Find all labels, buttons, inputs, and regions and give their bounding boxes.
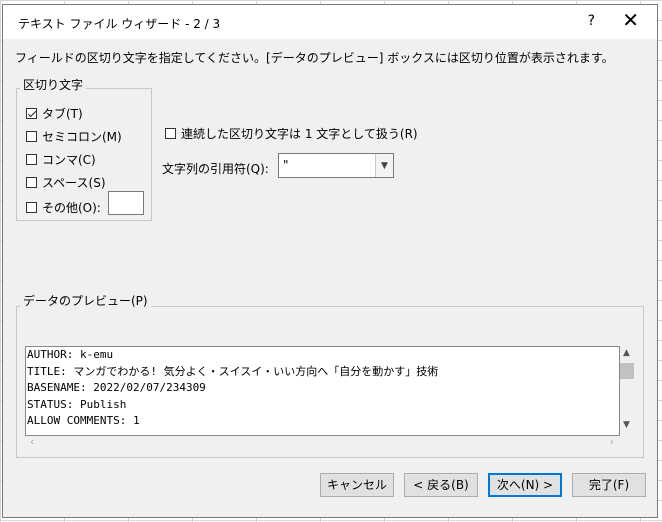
help-button[interactable]: ? [588,13,595,29]
comma-label: コンマ(C) [42,153,96,167]
scroll-left-icon[interactable]: ‹ [30,435,34,448]
finish-button[interactable]: 完了(F) [572,473,646,497]
close-icon[interactable]: ✕ [622,9,639,31]
consecutive-delimiters-label: 連続した区切り文字は 1 文字として扱う(R) [181,127,418,141]
preview-line: ALLOW COMMENTS: 1 [27,414,140,427]
data-preview-area[interactable]: AUTHOR: k-emu TITLE: マンガでわかる! 気分よく・スイスイ・… [25,346,620,436]
preview-line: TITLE: マンガでわかる! 気分よく・スイスイ・いい方向へ「自分を動かす」技… [27,364,439,378]
preview-horizontal-scrollbar[interactable]: ‹ › [26,434,618,450]
back-button[interactable]: < 戻る(B) [404,473,478,497]
scroll-down-icon[interactable]: ▼ [623,420,630,430]
checkbox-icon[interactable] [26,154,37,165]
semicolon-checkbox[interactable]: セミコロン(M) [26,128,122,145]
checkbox-icon[interactable] [26,202,37,213]
scroll-up-icon[interactable]: ▲ [623,348,630,358]
preview-vertical-scrollbar[interactable]: ▲ ▼ [620,346,634,432]
scroll-right-icon[interactable]: › [610,435,614,448]
text-qualifier-dropdown[interactable]: " ▼ [278,153,394,178]
delimiters-group-label: 区切り文字 [20,76,87,93]
preview-line: BASENAME: 2022/02/07/234309 [27,381,206,394]
dialog-title: テキスト ファイル ウィザード - 2 / 3 [18,17,221,31]
text-qualifier-value: " [283,158,289,172]
checkbox-icon[interactable] [26,131,37,142]
consecutive-delimiters-checkbox[interactable]: 連続した区切り文字は 1 文字として扱う(R) [165,125,418,142]
semicolon-label: セミコロン(M) [42,130,122,144]
preview-line: AUTHOR: k-emu [27,348,114,361]
preview-group-label: データのプレビュー(P) [20,292,151,309]
text-qualifier-label: 文字列の引用符(Q): [162,162,269,176]
tab-label: タブ(T) [42,107,83,121]
scrollbar-thumb[interactable] [620,363,634,379]
instruction-text: フィールドの区切り文字を指定してください。[データのプレビュー] ボックスには区… [15,51,614,65]
checkbox-icon[interactable] [26,177,37,188]
other-checkbox[interactable]: その他(O): [26,199,101,216]
comma-checkbox[interactable]: コンマ(C) [26,151,96,168]
space-label: スペース(S) [42,176,106,190]
tab-checkbox[interactable]: タブ(T) [26,105,83,122]
checkbox-icon[interactable] [165,128,176,139]
title-bar: テキスト ファイル ウィザード - 2 / 3 ? ✕ [3,5,657,39]
cancel-button[interactable]: キャンセル [320,473,394,497]
chevron-down-icon[interactable]: ▼ [375,154,393,177]
other-delimiter-input[interactable] [108,191,144,215]
next-button[interactable]: 次へ(N) > [488,473,562,497]
checkbox-checked-icon[interactable] [26,108,37,119]
other-label: その他(O): [42,201,101,215]
space-checkbox[interactable]: スペース(S) [26,174,106,191]
preview-line: STATUS: Publish [27,397,127,411]
